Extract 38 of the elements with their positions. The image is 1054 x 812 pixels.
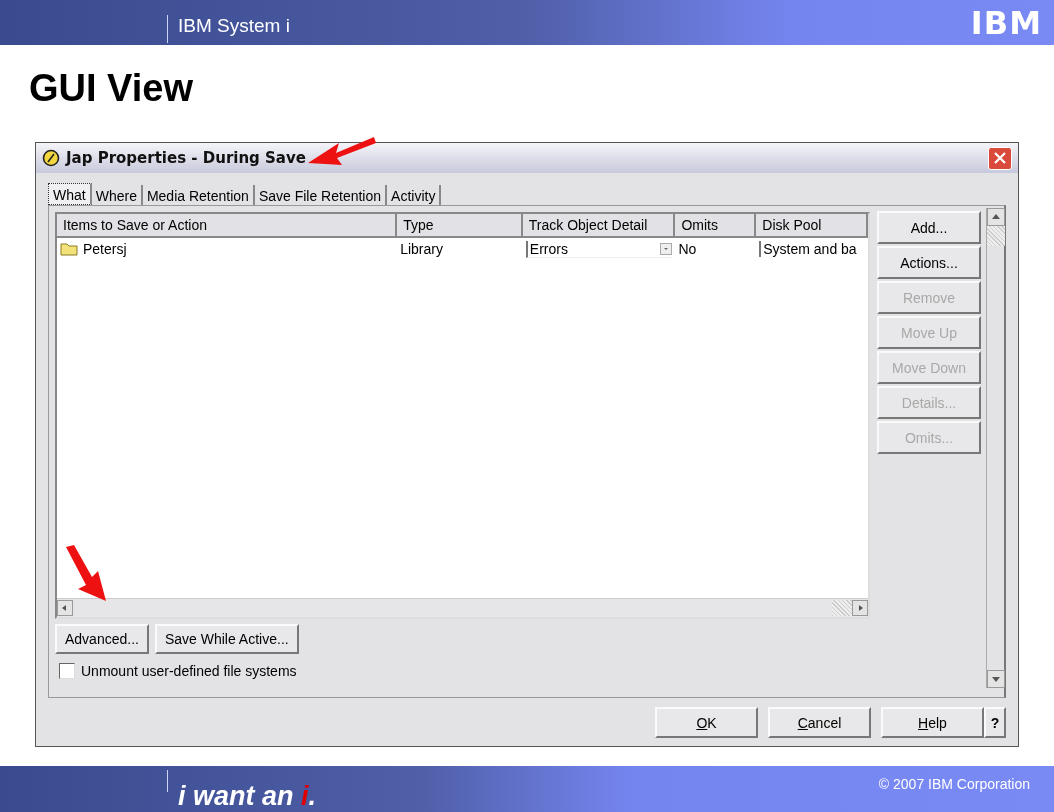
close-button[interactable] bbox=[988, 146, 1012, 170]
dialog-button[interactable]: ? bbox=[984, 707, 1006, 738]
column-header[interactable]: Track Object Detail bbox=[522, 214, 676, 238]
tagline: i want an i. bbox=[178, 780, 317, 812]
scroll-thumb[interactable] bbox=[832, 600, 852, 616]
caret-icon bbox=[660, 242, 673, 255]
close-icon bbox=[993, 151, 1007, 165]
checkbox-label: Unmount user-defined file systems bbox=[81, 663, 297, 679]
dialog-button[interactable]: Advanced... bbox=[55, 624, 149, 654]
table-cell: No bbox=[678, 241, 697, 257]
product-name: IBM System i bbox=[178, 14, 290, 37]
folder-icon bbox=[60, 242, 78, 256]
dialog-button[interactable]: Cancel bbox=[768, 707, 871, 738]
vertical-scrollbar[interactable] bbox=[986, 208, 1005, 688]
clock-icon bbox=[42, 149, 60, 167]
scroll-left-icon bbox=[57, 600, 73, 616]
table-cell: System and ba bbox=[759, 241, 857, 257]
dialog-button[interactable]: Save While Active... bbox=[154, 624, 299, 654]
dialog-button[interactable]: OK bbox=[655, 707, 758, 738]
side-button[interactable]: Actions... bbox=[877, 246, 981, 279]
dialog-button[interactable]: Help bbox=[881, 707, 984, 738]
side-button[interactable]: Add... bbox=[877, 211, 981, 244]
column-header[interactable]: Type bbox=[397, 214, 523, 238]
slide-title: GUI View bbox=[29, 67, 195, 110]
column-header[interactable]: Omits bbox=[675, 214, 757, 238]
copyright: © 2007 IBM Corporation bbox=[878, 776, 1030, 792]
table-cell: Library bbox=[400, 241, 443, 257]
table-cell: Petersj bbox=[83, 241, 127, 257]
column-header[interactable]: Items to Save or Action bbox=[57, 214, 398, 238]
window-title: Jap Properties - During Save bbox=[66, 149, 306, 167]
column-header[interactable]: Disk Pool bbox=[756, 214, 868, 238]
horizontal-scrollbar[interactable] bbox=[57, 598, 868, 617]
tab[interactable]: What bbox=[48, 183, 92, 205]
logo: IBM bbox=[970, 3, 1042, 42]
scroll-right-icon bbox=[852, 600, 868, 616]
checkbox[interactable] bbox=[59, 663, 75, 679]
dropdown-field[interactable]: Errors bbox=[525, 240, 673, 258]
scroll-thumb[interactable] bbox=[987, 226, 1005, 246]
